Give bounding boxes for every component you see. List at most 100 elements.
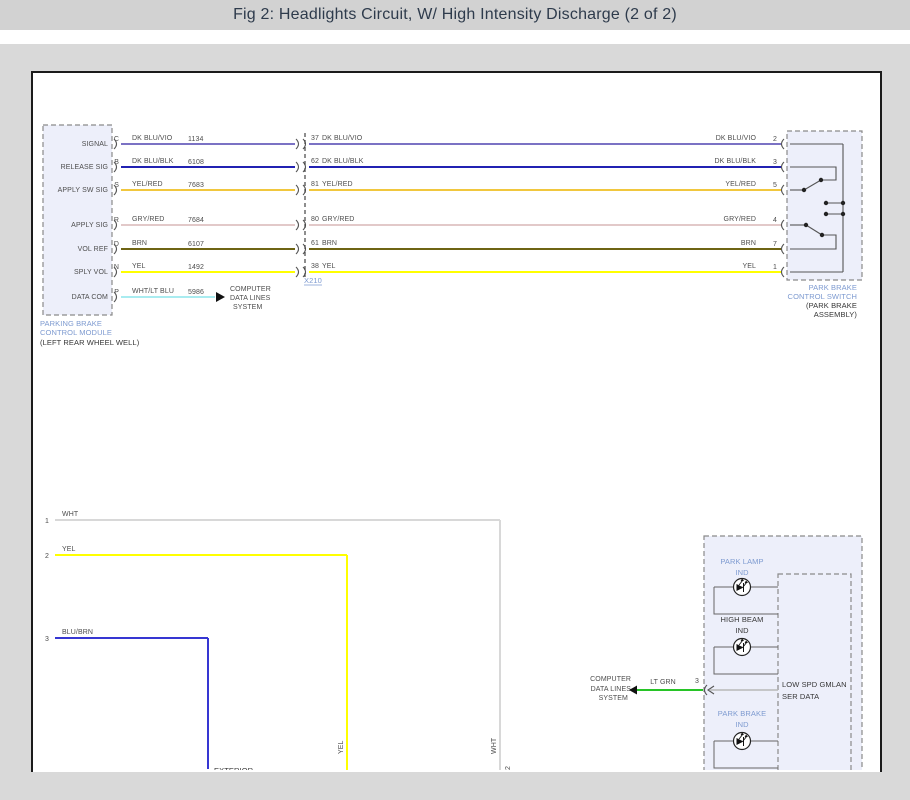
inline-connector-icon [296,162,306,172]
connector-pin-number: 80 [311,216,319,223]
switch-pin-number: 7 [773,241,777,248]
wiring-diagram: PARKING BRAKE CONTROL MODULE (LEFT REAR … [33,73,880,770]
signal-label: SPLY VOL [74,269,108,276]
switch-pin-number: 5 [773,182,777,189]
wire-color-label: DK BLU/VIO [716,135,757,142]
wire-color-label: BRN [741,240,756,247]
offpage-ref: COMPUTER [230,286,271,293]
connector-pin-number: 81 [311,181,319,188]
wire-row-apply-sw-sig: APPLY SW SIG S YEL/RED 7683 81 YEL/RED Y… [58,181,797,195]
circuit-number: 5986 [188,289,204,296]
indicator-label: HIGH BEAM [721,615,764,624]
circuit-number: 6107 [188,241,204,248]
wire-color-label: DK BLU/BLK [322,158,364,165]
indicator-lamp-icon [734,579,751,596]
indicator-label: PARK BRAKE [718,709,766,718]
signal-label: SIGNAL [82,141,108,148]
offpage-ref: DATA LINES [230,295,271,302]
wire-color-label: YEL [742,263,756,270]
wire-color-label: WHT/LT BLU [132,288,174,295]
pin-connector-icon [782,162,785,172]
page-title: Fig 2: Headlights Circuit, W/ High Inten… [233,6,677,24]
wire-color-label: YEL/RED [322,181,353,188]
switch-location: ASSEMBLY) [814,310,858,319]
wire-color-label: YEL [322,263,336,270]
signal-label: APPLY SW SIG [58,187,108,194]
offpage-ref: SYSTEM [233,304,262,311]
connector-pin-number: 38 [311,263,319,270]
circuit-number: 6108 [188,159,204,166]
wire-color-label: BRN [132,240,147,247]
signal-label: VOL REF [78,246,108,253]
pin-number: 3 [695,678,699,685]
park-brake-switch: PARK BRAKE CONTROL SWITCH (PARK BRAKE AS… [787,131,862,319]
connector-pin-number: 61 [311,240,319,247]
indicator-label: IND [735,720,749,729]
module-location: (LEFT REAR WHEEL WELL) [40,338,140,347]
instrument-cluster: PARK LAMP IND HIGH BEAM IND [590,536,862,770]
bottom-wires: 1 WHT 2 YEL 3 BLU/BRN YEL WHT 2 EXTERIOR [45,511,512,770]
wire-color-label: LT GRN [650,679,676,686]
switch-pin-number: 4 [773,217,777,224]
pin-connector-icon [782,220,785,230]
signal-label: DATA COM [72,294,108,301]
wire-color-label: DK BLU/BLK [132,158,174,165]
indicator-lamp-icon [734,733,751,750]
wire-color-label: WHT [62,511,79,518]
offpage-ref: DATA LINES [591,686,632,693]
gmlan-label: LOW SPD GMLAN [782,680,847,689]
offpage-ref: COMPUTER [590,676,631,683]
switch-pin-number: 3 [773,159,777,166]
wire-color-label: DK BLU/BLK [715,158,757,165]
module-box [43,125,112,315]
arrow-right-icon [216,292,225,302]
vertical-wire-label: WHT [491,737,498,754]
cluster-inner-box [778,574,851,770]
module-caption: PARKING BRAKE [40,319,102,328]
wire-color-label: YEL [62,546,76,553]
pin-number: 2 [45,553,49,560]
wire-row-signal: SIGNAL C DK BLU/VIO 1134 37 DK BLU/VIO D… [82,135,797,149]
circuit-number: 7684 [188,217,204,224]
vertical-wire-label: YEL [338,740,345,754]
title-bar: Fig 2: Headlights Circuit, W/ High Inten… [0,0,910,30]
pin-number: 3 [45,636,49,643]
switch-pin-number: 2 [773,136,777,143]
offpage-ref: SYSTEM [599,695,628,702]
wire-row-vol-ref: VOL REF D BRN 6107 61 BRN BRN 7 [78,240,797,254]
inline-connector-icon [296,139,306,149]
wire-color-label: DK BLU/VIO [322,135,363,142]
wire-color-label: BRN [322,240,337,247]
inline-connector-icon [296,220,306,230]
wire-row-sply-vol: SPLY VOL N YEL 1492 38 YEL YEL 1 [74,263,797,277]
inline-connector-icon [296,185,306,195]
wire-color-label: BLU/BRN [62,629,93,636]
circuit-number: 1492 [188,264,204,271]
exterior-lights-label: EXTERIOR [214,766,254,770]
pin-connector-icon [782,267,785,277]
wire-color-label: GRY/RED [322,216,354,223]
inline-connector-icon [296,244,306,254]
wire-color-label: GRY/RED [724,216,756,223]
module-caption: CONTROL MODULE [40,328,112,337]
switch-box [787,131,862,280]
wire-row-apply-sig: APPLY SIG R GRY/RED 7684 80 GRY/RED GRY/… [71,216,797,230]
switch-caption: CONTROL SWITCH [788,292,857,301]
switch-caption: PARK BRAKE [809,283,857,292]
indicator-label: IND [735,626,749,635]
x210-link[interactable]: X210 [304,276,322,285]
wire-color-label: YEL/RED [725,181,756,188]
wire-color-label: GRY/RED [132,216,164,223]
diagram-canvas: PARKING BRAKE CONTROL MODULE (LEFT REAR … [31,71,882,772]
connector-pin-number: 37 [311,135,319,142]
switch-pin-number: 1 [773,264,777,271]
indicator-lamp-icon [734,639,751,656]
title-separator [0,30,910,44]
vertical-pin-number: 2 [505,766,512,770]
gmlan-label: SER DATA [782,692,819,701]
switch-location: (PARK BRAKE [806,301,857,310]
pin-connector-icon [782,185,785,195]
wire-color-label: YEL/RED [132,181,163,188]
wire-color-label: YEL [132,263,146,270]
signal-label: APPLY SIG [71,222,108,229]
